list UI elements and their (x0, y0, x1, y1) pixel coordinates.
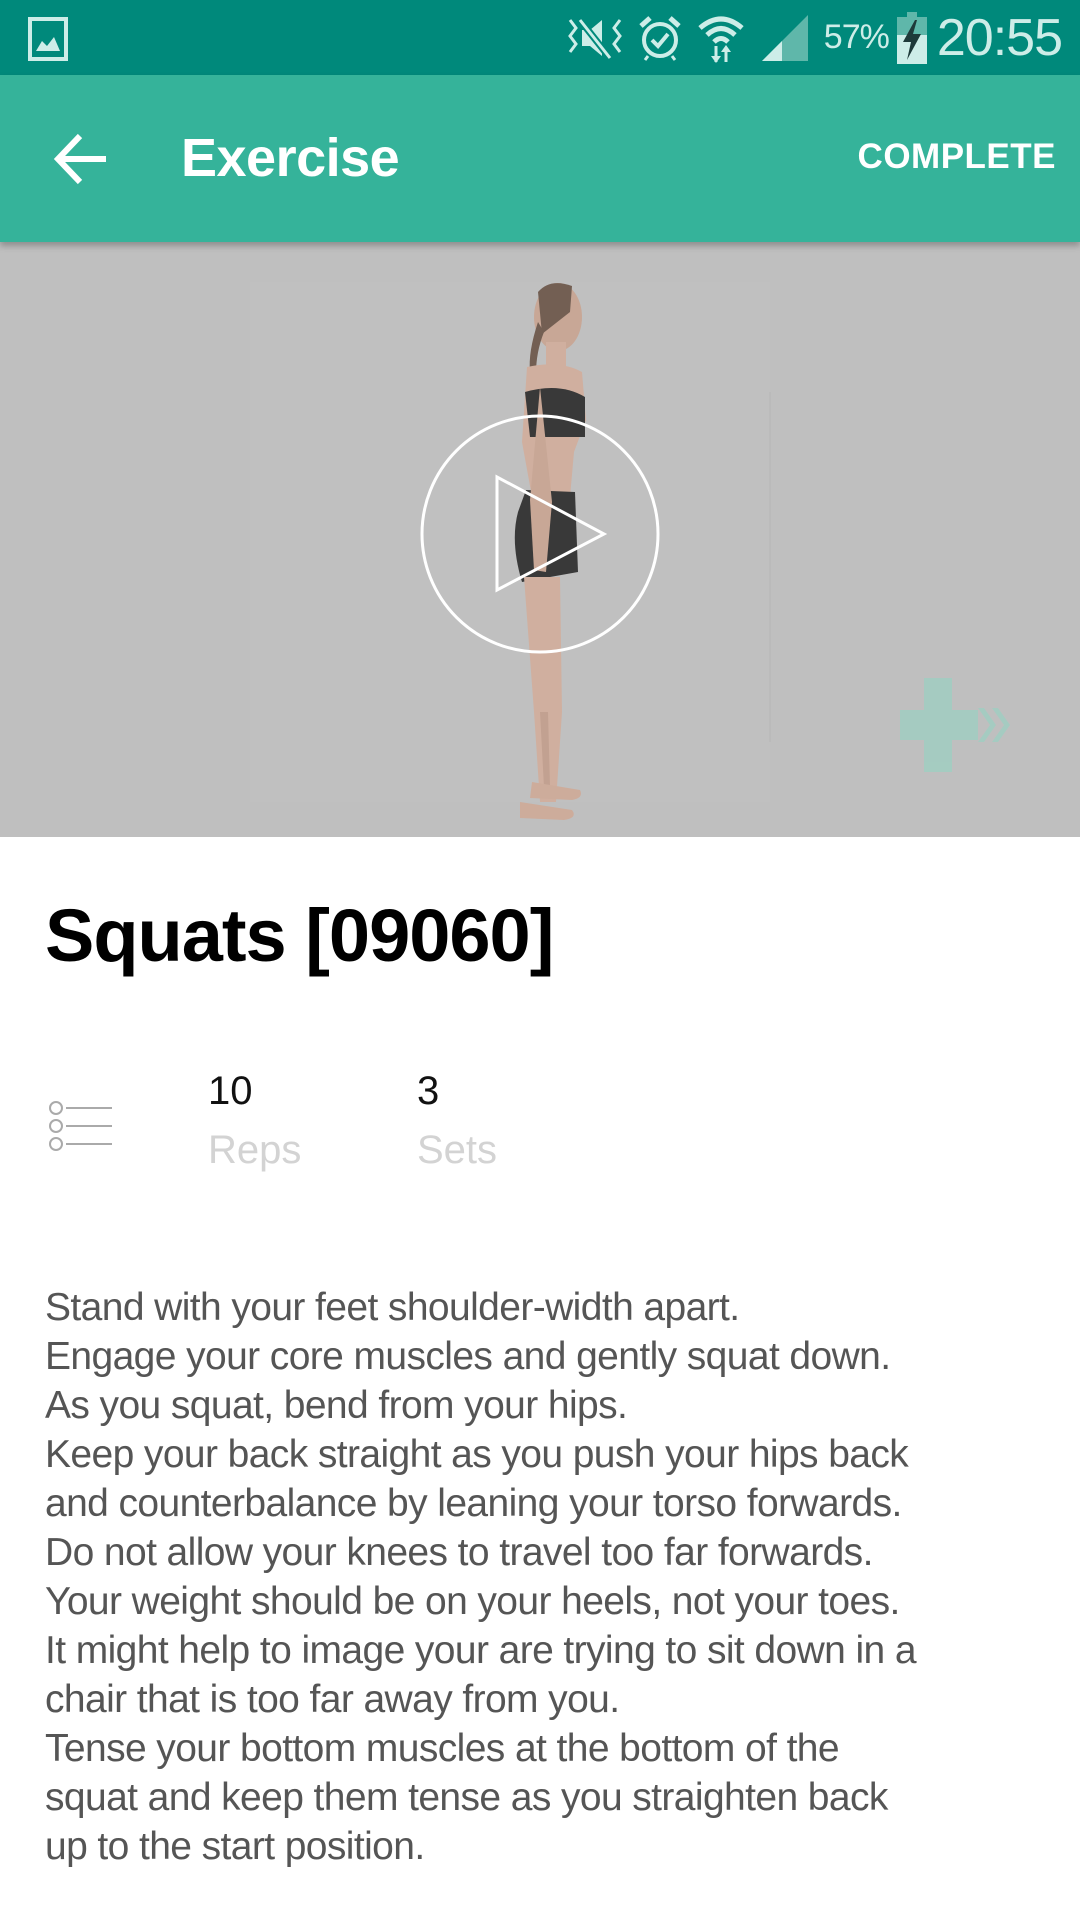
description-line: chair that is too far away from you. (45, 1678, 620, 1721)
battery-percent: 57% (823, 18, 890, 56)
app-bar: Exercise COMPLETE (0, 75, 1080, 242)
reps-label: Reps (208, 1128, 302, 1172)
status-icons: 57% 20:55 (566, 0, 1063, 75)
sets-value: 3 (417, 1069, 440, 1113)
gallery-notification-icon (28, 17, 68, 61)
description-line: and counterbalance by leaning your torso… (45, 1482, 902, 1525)
complete-button[interactable]: COMPLETE (858, 137, 1056, 177)
arrow-left-icon[interactable] (50, 128, 112, 190)
cell-signal-icon (761, 14, 808, 61)
description-line: up to the start position. (45, 1825, 425, 1868)
vibrate-mute-icon (567, 17, 622, 60)
description-line: Your weight should be on your heels, not… (45, 1580, 900, 1623)
play-circle-icon[interactable] (418, 412, 662, 656)
exercise-video-player[interactable] (0, 242, 1080, 837)
list-icon (49, 1101, 112, 1151)
description-line: Tense your bottom muscles at the bottom … (45, 1727, 840, 1770)
battery-charging-icon (896, 11, 927, 64)
stats-row: 10 Reps 3 Sets (0, 1060, 1080, 1200)
medical-cross-logo-icon (900, 678, 1010, 772)
reps-value: 10 (208, 1069, 253, 1113)
description-line: Engage your core muscles and gently squa… (45, 1335, 891, 1378)
description-line: Stand with your feet shoulder-width apar… (45, 1286, 740, 1329)
wifi-icon (698, 16, 744, 63)
description-line: Keep your back straight as you push your… (45, 1433, 909, 1476)
reps-stat: 10 Reps (208, 1060, 301, 1173)
description-line: squat and keep them tense as you straigh… (45, 1776, 888, 1819)
clock-time: 20:55 (936, 8, 1063, 67)
description-line: It might help to image your are trying t… (45, 1629, 917, 1672)
status-bar: 57% 20:55 (0, 0, 1080, 75)
description-line: Do not allow your knees to travel too fa… (45, 1531, 873, 1574)
sets-label: Sets (417, 1128, 498, 1172)
alarm-icon (639, 15, 681, 61)
exercise-title: Squats [09060] (45, 894, 554, 977)
description-line: As you squat, bend from your hips. (45, 1384, 628, 1427)
exercise-description: Stand with your feet shoulder-width apar… (45, 1283, 1055, 1871)
sets-stat: 3 Sets (417, 1060, 497, 1173)
page-title: Exercise (181, 128, 400, 188)
